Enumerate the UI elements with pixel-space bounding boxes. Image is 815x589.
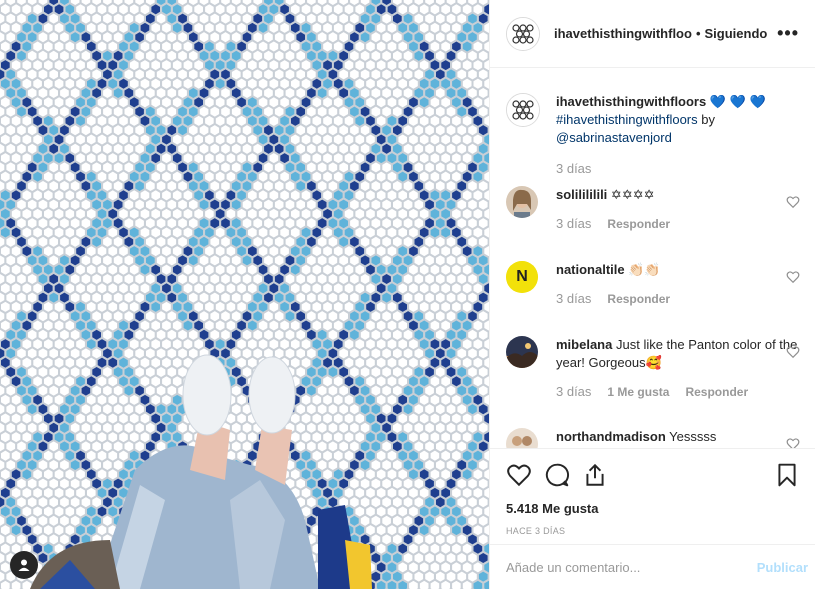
timestamp[interactable]: 3 días — [556, 216, 591, 231]
comment-username[interactable]: nationaltile — [556, 262, 625, 277]
header-text: ihavethisthingwithfloo • Siguiendo — [554, 26, 767, 41]
comment-like-icon[interactable] — [786, 195, 800, 209]
more-options-icon[interactable]: ••• — [777, 23, 799, 44]
caption-username[interactable]: ihavethisthingwithfloors — [556, 94, 706, 109]
action-icons — [490, 449, 815, 493]
reply-button[interactable]: Responder — [685, 385, 748, 399]
caption-emoji: 💙 💙 💙 — [709, 94, 766, 109]
avatar[interactable] — [506, 428, 538, 448]
comment-text: ✡✡✡✡ — [610, 187, 655, 202]
comment: northandmadison Yesssss — [506, 428, 800, 448]
comments-list[interactable]: ihavethisthingwithfloors 💙 💙 💙 #ihavethi… — [490, 69, 815, 448]
comment-like-icon[interactable] — [786, 437, 800, 448]
caption-body: ihavethisthingwithfloors 💙 💙 💙 #ihavethi… — [556, 93, 800, 147]
timestamp[interactable]: 3 días — [556, 384, 591, 399]
mention-link[interactable]: @sabrinastavenjord — [556, 130, 672, 145]
comment: mibelana Just like the Panton color of t… — [506, 336, 800, 399]
comment-body: mibelana Just like the Panton color of t… — [556, 336, 800, 372]
reply-button[interactable]: Responder — [607, 292, 670, 306]
comment-username[interactable]: northandmadison — [556, 429, 666, 444]
likes-count[interactable]: 5.418 Me gusta — [490, 493, 815, 516]
comment-username[interactable]: mibelana — [556, 337, 612, 352]
reply-button[interactable]: Responder — [607, 217, 670, 231]
caption-by: by — [701, 112, 715, 127]
timestamp[interactable]: 3 días — [556, 161, 591, 176]
person-tag-icon[interactable] — [10, 551, 38, 579]
post-actions: 5.418 Me gusta HACE 3 DÍAS — [490, 448, 815, 536]
header-username[interactable]: ihavethisthingwithfloo — [554, 26, 692, 41]
heart-icon[interactable] — [506, 462, 532, 488]
comment-body: solilililili ✡✡✡✡ — [556, 186, 800, 204]
comment: N nationaltile 👏🏻👏🏻 3 días Responder — [506, 261, 800, 306]
comment: solilililili ✡✡✡✡ 3 días Responder — [506, 186, 800, 231]
hashtag-link[interactable]: #ihavethisthingwithfloors — [556, 112, 698, 127]
post-header: ihavethisthingwithfloo • Siguiendo ••• — [490, 0, 815, 68]
comment-meta: 3 días Responder — [556, 216, 800, 231]
post-photo[interactable] — [0, 0, 489, 589]
comment-text: 👏🏻👏🏻 — [628, 262, 661, 277]
caption-meta: 3 días — [556, 161, 800, 176]
post-sidebar: ihavethisthingwithfloo • Siguiendo ••• iha… — [489, 0, 815, 589]
comment-icon[interactable] — [544, 462, 570, 488]
comment-body: nationaltile 👏🏻👏🏻 — [556, 261, 800, 279]
comment-meta: 3 días 1 Me gusta Responder — [556, 384, 800, 399]
comment-username[interactable]: solilililili — [556, 187, 607, 202]
comment-body: northandmadison Yesssss — [556, 428, 800, 446]
avatar[interactable] — [506, 336, 538, 368]
bookmark-icon[interactable] — [774, 462, 800, 488]
likes-count[interactable]: 1 Me gusta — [607, 385, 669, 399]
caption: ihavethisthingwithfloors 💙 💙 💙 #ihavethi… — [506, 93, 800, 176]
avatar-letter: N — [506, 261, 538, 293]
avatar[interactable]: N — [506, 261, 538, 293]
post-timestamp[interactable]: HACE 3 DÍAS — [490, 516, 815, 536]
instagram-post-modal: ihavethisthingwithfloo • Siguiendo ••• iha… — [0, 0, 815, 589]
timestamp[interactable]: 3 días — [556, 291, 591, 306]
share-icon[interactable] — [582, 462, 608, 488]
avatar[interactable] — [506, 93, 540, 127]
add-comment-bar: Añade un comentario... Publicar — [490, 544, 815, 589]
comment-like-icon[interactable] — [786, 270, 800, 284]
follow-status-button[interactable]: Siguiendo — [705, 26, 768, 41]
comment-like-icon[interactable] — [786, 345, 800, 359]
photo-subject-feet — [30, 354, 372, 589]
separator-dot: • — [695, 26, 701, 41]
comment-input[interactable]: Añade un comentario... — [506, 560, 757, 575]
avatar[interactable] — [506, 186, 538, 218]
avatar[interactable] — [506, 16, 540, 51]
comment-meta: 3 días Responder — [556, 291, 800, 306]
publish-button[interactable]: Publicar — [757, 560, 808, 575]
comment-text: Yesssss — [669, 429, 717, 444]
